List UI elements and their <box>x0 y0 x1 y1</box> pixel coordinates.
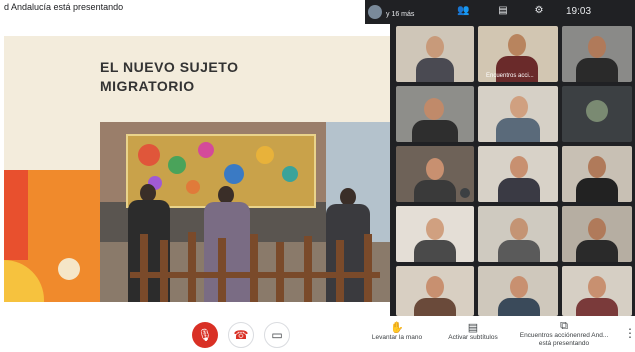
participant-grid: Encuentros acci... <box>390 24 635 316</box>
participant-tile[interactable] <box>396 206 474 262</box>
mic-off-icon[interactable]: 🎙 <box>192 322 218 348</box>
top-bar: d Andalucía está presentando y 16 más 👥 … <box>0 0 635 24</box>
participant-tile[interactable] <box>478 86 558 142</box>
tile-name: Encuentros acci... <box>486 73 534 79</box>
people-icon[interactable]: 👥 <box>457 5 469 17</box>
participant-avatar <box>368 5 382 19</box>
slide-title: EL NUEVO SUJETO MIGRATORIO <box>100 59 239 94</box>
present-icon: ⧉ <box>560 320 568 332</box>
clock: 19:03 <box>566 6 592 17</box>
raise-hand-icon: ✋ <box>390 322 404 334</box>
end-call-icon[interactable]: ☎ <box>228 322 254 348</box>
avatar <box>586 100 608 122</box>
participant-tile[interactable] <box>478 146 558 202</box>
participant-tile[interactable] <box>396 146 474 202</box>
more-participants-label: y 16 más <box>386 11 415 18</box>
participant-tile[interactable] <box>562 146 632 202</box>
presentation-slide: EL NUEVO SUJETO MIGRATORIO <box>4 36 390 302</box>
more-vert-icon[interactable]: ⋮ <box>624 326 635 340</box>
participant-tile[interactable] <box>562 26 632 82</box>
slide-photo <box>100 122 390 302</box>
participant-tile[interactable] <box>562 266 632 316</box>
participant-tile[interactable] <box>562 206 632 262</box>
activities-icon[interactable]: ⚙ <box>533 5 545 17</box>
decorative-shape <box>4 170 28 260</box>
camera-icon[interactable]: ▭ <box>264 322 290 348</box>
captions-button[interactable]: ▤ Activar subtítulos <box>436 322 510 342</box>
top-right-panel: y 16 más 👥 ▤ ⚙ 19:03 <box>365 0 635 24</box>
chat-icon[interactable]: ▤ <box>497 5 509 17</box>
participant-tile[interactable] <box>478 266 558 316</box>
participant-tile[interactable] <box>396 266 474 316</box>
participant-tile[interactable] <box>396 86 474 142</box>
raise-hand-button[interactable]: ✋ Levantar la mano <box>362 322 432 342</box>
person <box>204 202 250 302</box>
participant-tile[interactable]: Encuentros acci... <box>478 26 558 82</box>
bottom-bar: 🎙 ☎ ▭ ✋ Levantar la mano ▤ Activar subtí… <box>0 316 635 352</box>
participant-tile[interactable] <box>396 26 474 82</box>
participant-tile[interactable] <box>562 86 632 142</box>
mic-off-icon <box>460 188 470 198</box>
presenting-button[interactable]: ⧉ Encuentros acciónenred And... está pre… <box>512 320 616 348</box>
presenting-banner: d Andalucía está presentando <box>4 2 124 12</box>
decorative-dot <box>58 258 80 280</box>
participant-tile[interactable] <box>478 206 558 262</box>
captions-icon: ▤ <box>467 322 479 334</box>
